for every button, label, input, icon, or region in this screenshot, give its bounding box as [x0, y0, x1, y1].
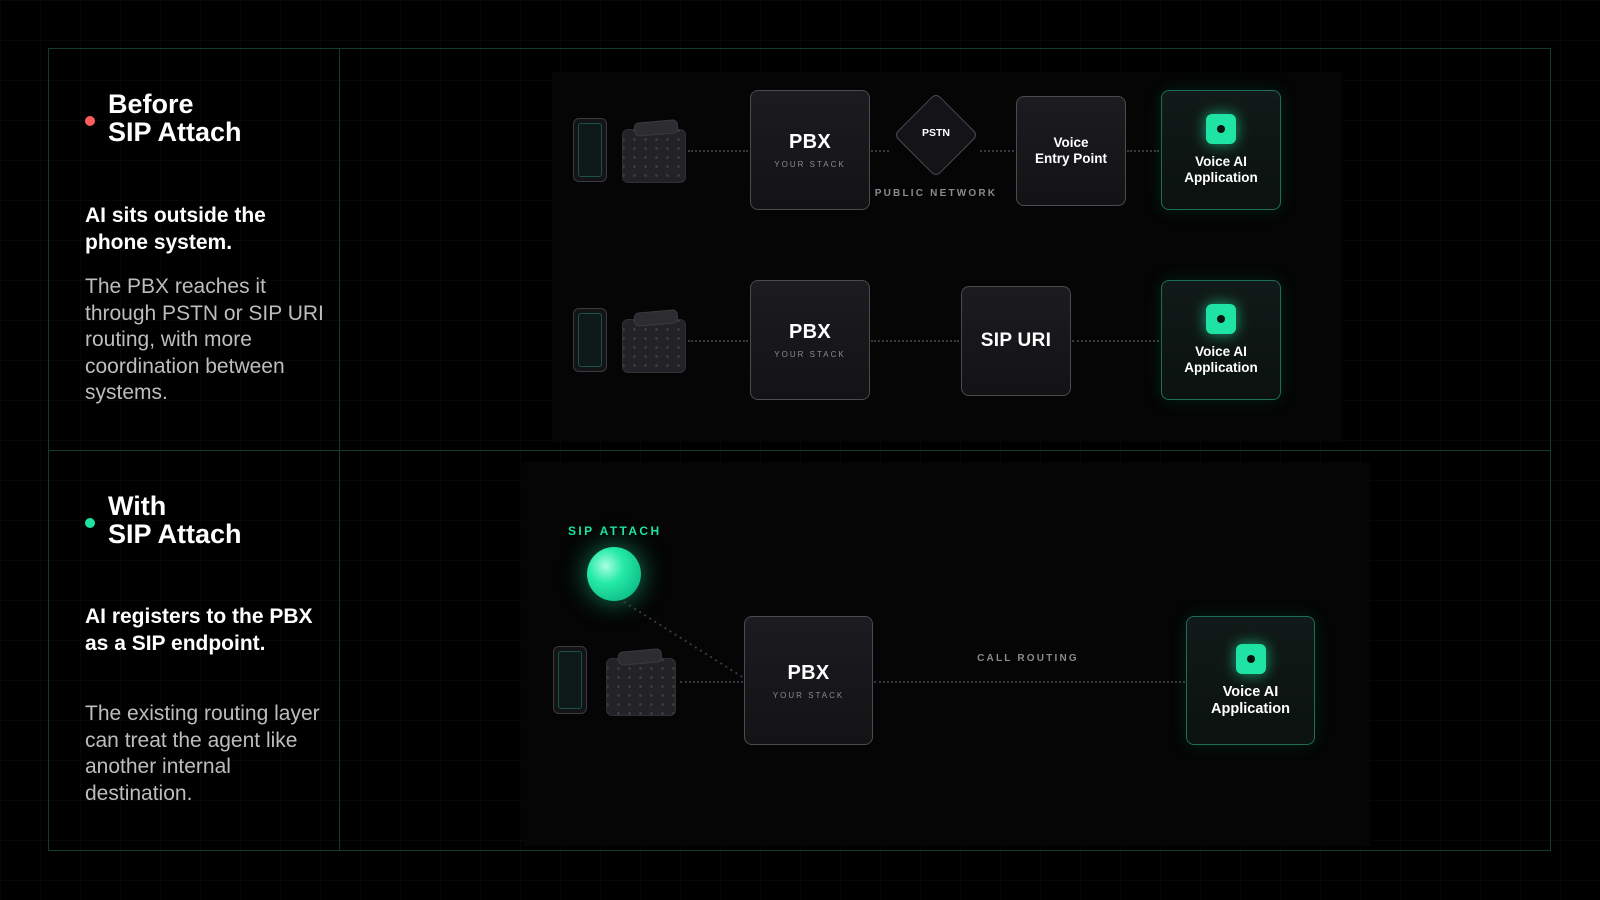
- voice-ai-app-box: Voice AI Application: [1186, 616, 1315, 745]
- connector-line: [680, 681, 743, 683]
- voice-entry-point-box: Voice Entry Point: [1016, 96, 1126, 206]
- mobile-phone-icon: [573, 308, 607, 372]
- after-description: The existing routing layer can treat the…: [85, 702, 320, 805]
- connector-line: [688, 150, 748, 152]
- call-routing-caption: CALL ROUTING: [977, 653, 1079, 664]
- mobile-phone-icon: [553, 646, 587, 714]
- sip-attach-label: SIP ATTACH: [568, 524, 662, 538]
- before-status-dot: [85, 116, 95, 126]
- voice-ai-app-label: Voice AI Application: [1211, 683, 1290, 717]
- column-divider: [339, 48, 340, 851]
- connector-line: [871, 150, 889, 152]
- before-title-line1: Before: [108, 89, 194, 119]
- voice-ai-app-label: Voice AI Application: [1184, 344, 1258, 375]
- voice-entry-point-label: Voice Entry Point: [1034, 135, 1107, 166]
- public-network-caption: PUBLIC NETWORK: [874, 188, 998, 199]
- connector-line: [1127, 150, 1159, 152]
- pstn-label: PSTN: [921, 127, 950, 139]
- after-section-title: With SIP Attach: [108, 492, 242, 548]
- pbx-box: PBX YOUR STACK: [744, 616, 873, 745]
- before-section-title: Before SIP Attach: [108, 90, 242, 146]
- voice-ai-app-label: Voice AI Application: [1184, 154, 1258, 185]
- sip-uri-label: SIP URI: [980, 330, 1052, 351]
- connector-line: [688, 340, 748, 342]
- voice-ai-app-icon: [1235, 643, 1266, 674]
- desk-phone-icon: [622, 119, 686, 183]
- pbx-subtitle: YOUR STACK: [772, 690, 845, 700]
- section-divider: [48, 450, 1551, 451]
- after-title-line1: With: [108, 491, 167, 521]
- pbx-box: PBX YOUR STACK: [750, 90, 870, 210]
- voice-ai-app-box: Voice AI Application: [1161, 280, 1281, 400]
- voice-ai-app-icon: [1206, 114, 1236, 144]
- pbx-title: PBX: [788, 321, 832, 343]
- after-status-dot: [85, 518, 95, 528]
- connector-line: [980, 150, 1014, 152]
- mobile-phone-icon: [573, 118, 607, 182]
- before-lead-text: AI sits outside the phone system.: [85, 204, 266, 254]
- pbx-box: PBX YOUR STACK: [750, 280, 870, 400]
- connector-line: [874, 681, 1185, 683]
- after-title-line2: SIP Attach: [108, 519, 242, 549]
- desk-phone-icon: [606, 648, 676, 716]
- before-description: The PBX reaches it through PSTN or SIP U…: [85, 275, 324, 404]
- pbx-subtitle: YOUR STACK: [774, 350, 846, 359]
- connector-line: [871, 340, 959, 342]
- pbx-subtitle: YOUR STACK: [774, 160, 846, 169]
- voice-ai-app-icon: [1206, 304, 1236, 334]
- pbx-title: PBX: [787, 661, 830, 684]
- connector-line: [1072, 340, 1159, 342]
- sip-uri-box: SIP URI: [961, 286, 1071, 396]
- after-lead-text: AI registers to the PBX as a SIP endpoin…: [85, 605, 313, 655]
- desk-phone-icon: [622, 309, 686, 373]
- sip-attach-orb: [587, 547, 641, 601]
- before-title-line2: SIP Attach: [108, 117, 242, 147]
- voice-ai-app-box: Voice AI Application: [1161, 90, 1281, 210]
- pbx-title: PBX: [788, 131, 832, 153]
